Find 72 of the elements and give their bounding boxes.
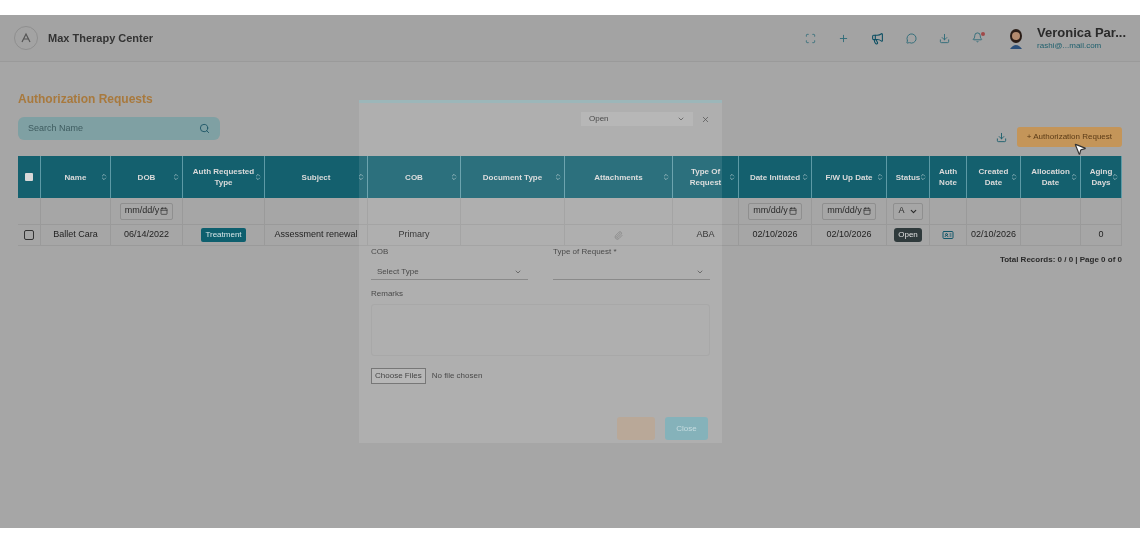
add-request-button[interactable]: + Authorization Request <box>1016 127 1122 147</box>
column-header[interactable]: Subject <box>301 171 331 183</box>
table-cell: 02/10/2026 <box>752 228 798 242</box>
column-header[interactable]: Attachments <box>594 171 643 183</box>
column-header[interactable]: Aging Days <box>1087 166 1115 188</box>
search-icon <box>199 123 210 134</box>
column-header[interactable]: Auth Requested Type <box>189 166 258 188</box>
sort-icon[interactable] <box>554 173 562 181</box>
table-cell: 06/14/2022 <box>123 228 169 242</box>
user-name: Veronica Par... <box>1037 24 1126 40</box>
search-field[interactable]: Search Name <box>18 117 220 140</box>
sort-icon[interactable] <box>662 173 670 181</box>
table-cell: Primary <box>398 228 430 242</box>
paperclip-icon[interactable] <box>614 230 623 240</box>
sort-icon[interactable] <box>172 173 180 181</box>
table-cell: 0 <box>1098 228 1104 242</box>
note-icon[interactable] <box>942 229 954 241</box>
calendar-icon[interactable] <box>862 207 871 215</box>
type-tag: Treatment <box>201 228 246 242</box>
column-header[interactable]: Created Date <box>973 166 1014 188</box>
column-header[interactable]: Auth Note <box>936 166 960 188</box>
row-checkbox[interactable] <box>24 230 34 240</box>
column-header[interactable]: Status <box>895 171 921 183</box>
status-tag: Open <box>894 228 922 242</box>
sort-icon[interactable] <box>254 173 262 181</box>
chevron-down-icon <box>677 115 685 123</box>
column-header[interactable]: DOB <box>137 171 156 183</box>
column-header[interactable]: Allocation Date <box>1027 166 1074 188</box>
sort-icon[interactable] <box>919 173 927 181</box>
sort-icon[interactable] <box>1070 173 1078 181</box>
plus-icon[interactable] <box>838 32 850 44</box>
column-header[interactable]: Name <box>64 171 87 183</box>
calendar-icon[interactable] <box>788 207 797 215</box>
notification-icon[interactable] <box>972 32 986 44</box>
status-filter-select[interactable]: A <box>893 202 923 220</box>
field-label: Remarks <box>371 288 404 300</box>
fullscreen-icon[interactable] <box>805 32 817 44</box>
sort-icon[interactable] <box>1111 173 1119 181</box>
date-filter-field[interactable]: mm/dd/y <box>748 202 802 220</box>
field-label: COB <box>371 246 390 258</box>
table-cell: ABA <box>696 228 715 242</box>
column-header[interactable]: Date Initiated <box>749 171 801 183</box>
table-cell: Ballet Cara <box>53 228 98 242</box>
calendar-icon[interactable] <box>160 207 169 215</box>
file-status: No file chosen <box>431 370 483 382</box>
table-cell: 02/10/2026 <box>970 228 1016 242</box>
pagination-summary: Total Records: 0 / 0 | Page 0 of 0 <box>999 254 1122 266</box>
sort-icon[interactable] <box>357 173 365 181</box>
column-header[interactable]: Type Of Request <box>679 166 732 188</box>
table-cell: 02/10/2026 <box>826 228 872 242</box>
download-icon[interactable] <box>995 131 1007 143</box>
select-all-checkbox[interactable] <box>25 173 33 181</box>
chat-icon[interactable] <box>906 32 918 44</box>
megaphone-icon[interactable] <box>871 31 885 45</box>
sort-icon[interactable] <box>801 173 809 181</box>
date-filter-field[interactable]: mm/dd/y <box>119 202 174 220</box>
table-cell: Assessment renewal <box>274 228 358 242</box>
sort-icon[interactable] <box>876 173 884 181</box>
download-icon[interactable] <box>939 32 951 44</box>
column-header[interactable]: Document Type <box>482 171 543 183</box>
sort-icon[interactable] <box>100 173 108 181</box>
sort-icon[interactable] <box>728 173 736 181</box>
column-header[interactable]: COB <box>405 171 423 183</box>
user-email: rashi@...mail.com <box>1037 39 1103 52</box>
sort-icon[interactable] <box>1010 173 1018 181</box>
field-label: Type of Request * <box>553 246 618 258</box>
page-title: Authorization Requests <box>18 91 154 108</box>
column-header[interactable]: F/W Up Date <box>825 171 873 183</box>
app-name: Max Therapy Center <box>48 30 154 46</box>
cursor-icon <box>1073 142 1087 156</box>
date-filter-field[interactable]: mm/dd/y <box>822 202 876 220</box>
sort-icon[interactable] <box>450 173 458 181</box>
